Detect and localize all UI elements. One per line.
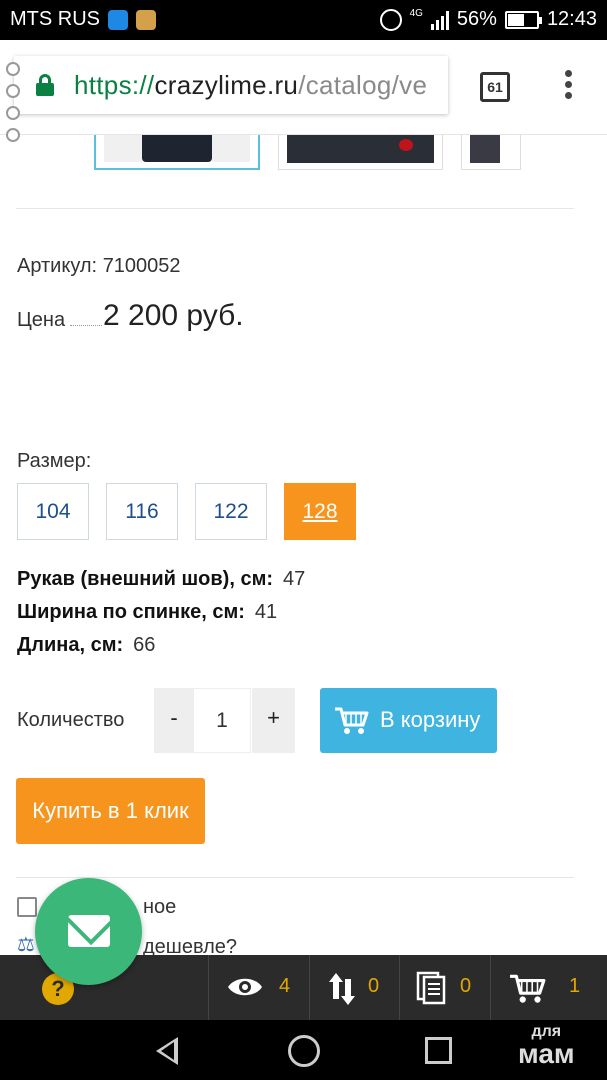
thumbnail-image [470, 135, 500, 163]
size-option-104[interactable]: 104 [17, 483, 89, 540]
spec-row: Ширина по спинке, см: 41 [17, 601, 277, 624]
size-label: Размер: [17, 450, 92, 472]
thumbnail-2[interactable] [278, 135, 443, 170]
list-count: 0 [460, 975, 472, 997]
spec-row: Рукав (внешний шов), см: 47 [17, 568, 305, 591]
spec-value: 47 [283, 568, 306, 590]
recent-apps-icon[interactable] [425, 1037, 452, 1064]
article-value: 7100052 [102, 255, 181, 277]
thumbnail-image [287, 135, 434, 163]
spec-label: Длина, см: [17, 634, 124, 656]
checkbox-label: ное [143, 896, 177, 918]
cart-icon [510, 974, 546, 1003]
price-value: 2 200 руб. [103, 299, 244, 332]
alarm-icon [379, 8, 402, 31]
quantity-label: Количество [17, 709, 125, 731]
spec-value: 41 [254, 601, 278, 623]
size-option-122[interactable]: 122 [195, 483, 267, 540]
eye-icon [228, 978, 262, 996]
status-right: 4G 56% 12:43 [379, 7, 597, 31]
article-row: Артикул: 7100052 [17, 255, 181, 278]
carrier-label: MTS RUS [10, 8, 100, 30]
contact-mail-button[interactable] [35, 878, 142, 985]
compare-count: 0 [368, 975, 380, 997]
tab-switcher-button[interactable]: 61 [480, 72, 510, 102]
url-scheme: https:// [74, 70, 155, 100]
url-path: /catalog/vе [298, 70, 428, 100]
price-leader [70, 325, 102, 326]
url-text[interactable]: https://crazylime.ru/catalog/vе [74, 70, 427, 101]
buy-one-click-button[interactable]: Купить в 1 клик [16, 778, 205, 844]
app-notification-icon [136, 9, 156, 30]
size-option-128-selected[interactable]: 128 [284, 483, 356, 540]
home-icon[interactable] [288, 1035, 320, 1067]
compare-checkbox[interactable] [17, 897, 37, 917]
add-to-cart-button[interactable]: В корзину [320, 688, 497, 753]
watermark: для мам [518, 1024, 575, 1068]
divider [16, 208, 574, 209]
status-bar: MTS RUS 4G 56% 12:43 [0, 0, 607, 40]
spec-label: Ширина по спинке, см: [17, 601, 245, 623]
article-label: Артикул: [17, 255, 98, 277]
compare-button[interactable]: 0 [309, 955, 399, 1020]
browser-menu-icon[interactable] [560, 70, 576, 104]
quantity-increase-button[interactable]: + [252, 688, 295, 753]
back-icon-inner [161, 1042, 174, 1060]
compare-arrows-icon [329, 973, 355, 1005]
url-host: crazylime.ru [154, 70, 299, 100]
thumbnail-image [104, 135, 250, 162]
size-option-116[interactable]: 116 [106, 483, 178, 540]
divider [16, 877, 574, 878]
spec-value: 66 [133, 634, 156, 656]
watermark-line2: мам [518, 1038, 575, 1069]
address-bar[interactable]: https://crazylime.ru/catalog/vе [14, 56, 448, 114]
cart-toolbar-button[interactable]: 1 [490, 955, 607, 1020]
add-to-cart-label: В корзину [380, 707, 481, 732]
thumbnail-3[interactable] [461, 135, 521, 170]
clock: 12:43 [546, 8, 597, 30]
cheaper-link[interactable]: дешевле? [143, 936, 237, 955]
spec-label: Рукав (внешний шов), см: [17, 568, 274, 590]
cloud-app-icon [108, 9, 128, 30]
viewed-count: 4 [279, 975, 291, 997]
battery-percent: 56% [456, 8, 497, 30]
quantity-input[interactable] [193, 688, 251, 753]
browser-toolbar: https://crazylime.ru/catalog/vе 61 [0, 40, 607, 142]
price-label: Цена [17, 309, 66, 331]
list-button[interactable]: 0 [399, 955, 490, 1020]
cart-count: 1 [569, 975, 581, 997]
mail-icon [68, 915, 110, 947]
battery-icon [504, 10, 542, 29]
screen: MTS RUS 4G 56% 12:43 https://crazylime.r… [0, 0, 607, 1080]
cart-icon [335, 707, 369, 734]
quantity-decrease-button[interactable]: - [154, 688, 194, 753]
selection-handle[interactable] [6, 62, 20, 76]
spec-row: Длина, см: 66 [17, 634, 155, 657]
system-nav-bar [0, 1020, 607, 1080]
viewed-products-button[interactable]: 4 [208, 955, 309, 1020]
lock-icon [36, 74, 54, 96]
thumbnail-1[interactable] [94, 135, 260, 170]
selection-handle[interactable] [6, 106, 20, 120]
signal-icon [430, 10, 449, 30]
status-left: MTS RUS [10, 8, 156, 31]
document-list-icon [416, 971, 446, 1005]
product-thumbnails [0, 135, 607, 175]
selection-handle[interactable] [6, 84, 20, 98]
network-type: 4G [409, 7, 423, 19]
